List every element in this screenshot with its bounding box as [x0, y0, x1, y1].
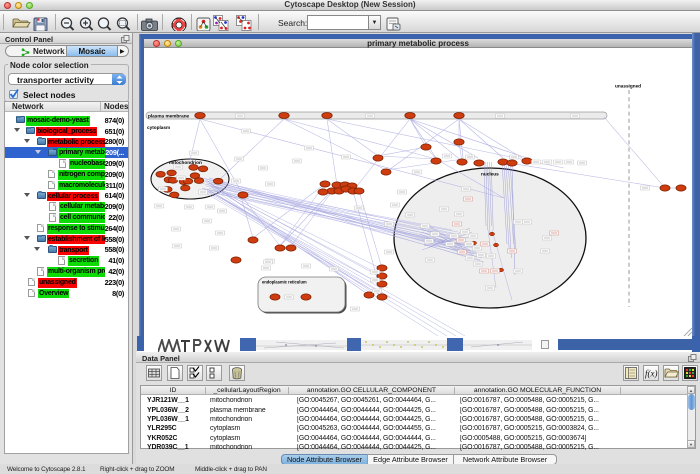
svg-text:endoplasmic reticulum: endoplasmic reticulum [262, 280, 307, 285]
svg-text:cytoplasm: cytoplasm [147, 125, 170, 130]
svg-text:mitochondrion: mitochondrion [169, 160, 202, 165]
svg-text:plasma membrane: plasma membrane [148, 114, 190, 119]
svg-text:f(x): f(x) [645, 369, 658, 379]
svg-text:unassigned: unassigned [615, 84, 641, 89]
svg-text:nucleus: nucleus [481, 172, 499, 177]
